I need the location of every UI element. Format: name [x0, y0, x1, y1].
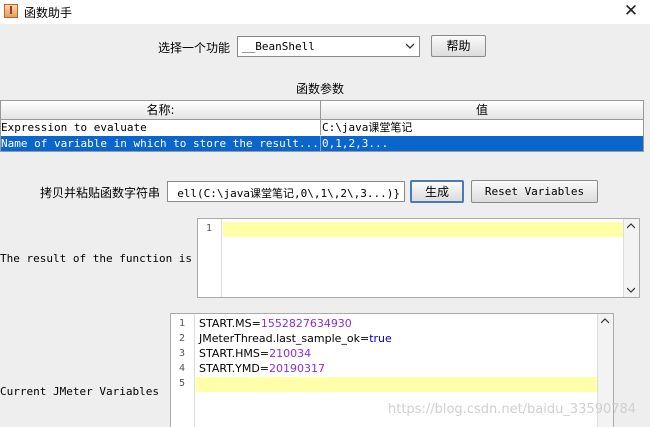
variable-key: START.YMD=: [199, 362, 270, 375]
title-bar: 函数助手 ✕: [0, 0, 650, 24]
help-button[interactable]: 帮助: [431, 35, 486, 57]
variable-value: 210034: [269, 347, 312, 360]
params-section-title: 函数参数: [296, 82, 345, 96]
line-number: 3: [178, 348, 186, 359]
scroll-down-icon[interactable]: [627, 287, 635, 293]
line-number: 1: [178, 318, 186, 329]
table-row[interactable]: Expression to evaluate C:\java课堂笔记: [1, 120, 643, 135]
line-number-gutter: 1: [198, 219, 222, 297]
line-number: 5: [178, 378, 186, 389]
line-number: 1: [205, 223, 213, 234]
param-value-cell[interactable]: 0,1,2,3...: [322, 136, 642, 151]
reset-variables-button[interactable]: Reset Variables: [471, 180, 598, 203]
function-string-field[interactable]: ell(C:\java课堂笔记,0\,1\,2\,3...)}: [167, 181, 405, 202]
current-line-highlight: [196, 377, 598, 392]
column-divider: [320, 136, 321, 151]
vertical-scrollbar[interactable]: [623, 219, 639, 297]
param-name-cell[interactable]: Name of variable in which to store the r…: [1, 136, 319, 151]
variable-line: START.HMS=210034: [199, 347, 311, 360]
variable-value: 1552827634930: [260, 317, 352, 330]
params-table: 名称: 值 Expression to evaluate C:\java课堂笔记…: [0, 100, 644, 152]
variable-line: START.YMD=20190317: [199, 362, 325, 375]
variable-value: 20190317: [269, 362, 326, 375]
column-divider: [320, 120, 321, 135]
window-title: 函数助手: [24, 6, 73, 20]
line-number: 4: [178, 363, 186, 374]
variables-label: Current JMeter Variables: [0, 385, 159, 398]
function-select[interactable]: __BeanShell: [237, 36, 420, 57]
param-name-cell[interactable]: Expression to evaluate: [1, 120, 319, 135]
watermark: https://blog.csdn.net/baidu_33590784: [388, 402, 637, 417]
close-icon[interactable]: ✕: [622, 1, 640, 21]
table-row-selected[interactable]: Name of variable in which to store the r…: [1, 136, 643, 151]
result-label: The result of the function is: [0, 252, 193, 265]
line-number: 2: [178, 333, 186, 344]
param-value-cell[interactable]: C:\java课堂笔记: [322, 120, 642, 135]
scroll-up-icon[interactable]: [627, 223, 635, 229]
result-editor[interactable]: 1: [197, 218, 640, 298]
variable-value: true: [369, 332, 392, 345]
copy-paste-label: 拷贝并粘贴函数字符串: [40, 186, 161, 200]
variable-line: JMeterThread.last_sample_ok=true: [199, 332, 392, 345]
generate-button[interactable]: 生成: [410, 180, 464, 203]
variable-key: JMeterThread.last_sample_ok=: [199, 332, 370, 345]
function-select-label: 选择一个功能: [158, 41, 231, 55]
variable-key: START.MS=: [199, 317, 261, 330]
function-string-value: ell(C:\java课堂笔记,0\,1\,2\,3...)}: [177, 187, 400, 200]
variable-key: START.HMS=: [199, 347, 270, 360]
function-select-value: __BeanShell: [242, 40, 315, 53]
variable-line: START.MS=1552827634930: [199, 317, 352, 330]
scroll-up-icon[interactable]: [601, 318, 609, 324]
column-header-name[interactable]: 名称:: [1, 101, 321, 120]
app-icon: [4, 4, 18, 18]
column-header-value[interactable]: 值: [321, 101, 643, 120]
chevron-down-icon: [406, 43, 414, 49]
current-line-highlight: [223, 222, 623, 237]
line-number-gutter: 1 2 3 4 5: [171, 314, 195, 427]
